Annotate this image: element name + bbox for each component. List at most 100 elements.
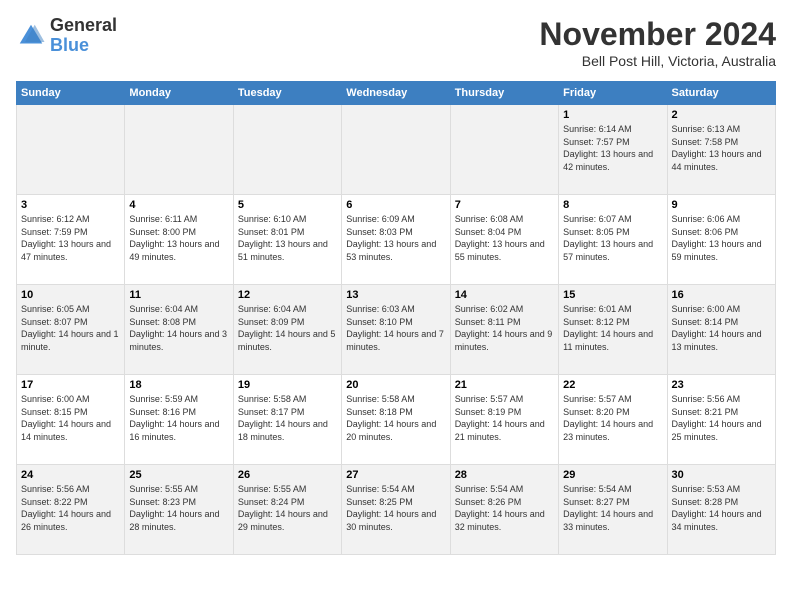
- calendar-cell-3-2: 19 Sunrise: 5:58 AMSunset: 8:17 PMDayligh…: [233, 375, 341, 465]
- day-info: Sunrise: 6:01 AMSunset: 8:12 PMDaylight:…: [563, 303, 662, 353]
- day-number: 5: [238, 199, 337, 211]
- calendar-cell-1-6: 9 Sunrise: 6:06 AMSunset: 8:06 PMDaylight…: [667, 195, 775, 285]
- calendar-cell-0-3: [342, 105, 450, 195]
- day-info: Sunrise: 5:58 AMSunset: 8:17 PMDaylight:…: [238, 393, 337, 443]
- day-number: 8: [563, 199, 662, 211]
- calendar-cell-2-6: 16 Sunrise: 6:00 AMSunset: 8:14 PMDayligh…: [667, 285, 775, 375]
- month-title: November 2024: [539, 16, 776, 53]
- calendar-table: Sunday Monday Tuesday Wednesday Thursday…: [16, 81, 776, 555]
- day-number: 9: [672, 199, 771, 211]
- day-info: Sunrise: 5:55 AMSunset: 8:23 PMDaylight:…: [129, 483, 228, 533]
- calendar-cell-0-2: [233, 105, 341, 195]
- week-row-2: 3 Sunrise: 6:12 AMSunset: 7:59 PMDaylight…: [17, 195, 776, 285]
- calendar-cell-2-1: 11Sunrise: 6:04 AMSunset: 8:08 PMDayligh…: [125, 285, 233, 375]
- day-number: 27: [346, 469, 445, 481]
- day-info: Sunrise: 6:10 AMSunset: 8:01 PMDaylight:…: [238, 213, 337, 263]
- calendar-cell-4-4: 28Sunrise: 5:54 AMSunset: 8:26 PMDayligh…: [450, 465, 558, 555]
- location-title: Bell Post Hill, Victoria, Australia: [539, 53, 776, 69]
- col-saturday: Saturday: [667, 82, 775, 105]
- calendar-cell-2-2: 12Sunrise: 6:04 AMSunset: 8:09 PMDayligh…: [233, 285, 341, 375]
- day-number: 28: [455, 469, 554, 481]
- calendar-cell-1-2: 5 Sunrise: 6:10 AMSunset: 8:01 PMDaylight…: [233, 195, 341, 285]
- calendar-cell-3-5: 22 Sunrise: 5:57 AMSunset: 8:20 PMDayligh…: [559, 375, 667, 465]
- logo-text: GeneralBlue: [50, 16, 117, 56]
- day-number: 25: [129, 469, 228, 481]
- calendar-cell-0-4: [450, 105, 558, 195]
- day-number: 19: [238, 379, 337, 391]
- day-info: Sunrise: 6:11 AMSunset: 8:00 PMDaylight:…: [129, 213, 228, 263]
- week-row-1: 1Sunrise: 6:14 AMSunset: 7:57 PMDaylight…: [17, 105, 776, 195]
- day-info: Sunrise: 5:54 AMSunset: 8:25 PMDaylight:…: [346, 483, 445, 533]
- day-number: 11: [129, 289, 228, 301]
- week-row-5: 24Sunrise: 5:56 AMSunset: 8:22 PMDayligh…: [17, 465, 776, 555]
- day-info: Sunrise: 5:53 AMSunset: 8:28 PMDaylight:…: [672, 483, 771, 533]
- col-tuesday: Tuesday: [233, 82, 341, 105]
- day-info: Sunrise: 6:08 AMSunset: 8:04 PMDaylight:…: [455, 213, 554, 263]
- calendar-cell-2-4: 14Sunrise: 6:02 AMSunset: 8:11 PMDayligh…: [450, 285, 558, 375]
- col-monday: Monday: [125, 82, 233, 105]
- day-number: 30: [672, 469, 771, 481]
- calendar-body: 1Sunrise: 6:14 AMSunset: 7:57 PMDaylight…: [17, 105, 776, 555]
- header: GeneralBlue November 2024 Bell Post Hill…: [16, 16, 776, 69]
- day-number: 26: [238, 469, 337, 481]
- day-info: Sunrise: 5:57 AMSunset: 8:19 PMDaylight:…: [455, 393, 554, 443]
- day-info: Sunrise: 6:03 AMSunset: 8:10 PMDaylight:…: [346, 303, 445, 353]
- calendar-cell-3-0: 17 Sunrise: 6:00 AMSunset: 8:15 PMDayligh…: [17, 375, 125, 465]
- day-info: Sunrise: 5:58 AMSunset: 8:18 PMDaylight:…: [346, 393, 445, 443]
- col-wednesday: Wednesday: [342, 82, 450, 105]
- day-number: 17: [21, 379, 120, 391]
- calendar-cell-0-0: [17, 105, 125, 195]
- calendar-cell-1-4: 7 Sunrise: 6:08 AMSunset: 8:04 PMDaylight…: [450, 195, 558, 285]
- day-info: Sunrise: 5:56 AMSunset: 8:21 PMDaylight:…: [672, 393, 771, 443]
- calendar-cell-1-0: 3 Sunrise: 6:12 AMSunset: 7:59 PMDaylight…: [17, 195, 125, 285]
- day-number: 6: [346, 199, 445, 211]
- calendar-cell-4-3: 27 Sunrise: 5:54 AMSunset: 8:25 PMDayligh…: [342, 465, 450, 555]
- calendar-cell-2-5: 15 Sunrise: 6:01 AMSunset: 8:12 PMDayligh…: [559, 285, 667, 375]
- week-row-4: 17 Sunrise: 6:00 AMSunset: 8:15 PMDayligh…: [17, 375, 776, 465]
- day-info: Sunrise: 6:07 AMSunset: 8:05 PMDaylight:…: [563, 213, 662, 263]
- calendar-cell-2-3: 13Sunrise: 6:03 AMSunset: 8:10 PMDayligh…: [342, 285, 450, 375]
- day-info: Sunrise: 6:05 AMSunset: 8:07 PMDaylight:…: [21, 303, 120, 353]
- day-info: Sunrise: 5:56 AMSunset: 8:22 PMDaylight:…: [21, 483, 120, 533]
- col-friday: Friday: [559, 82, 667, 105]
- calendar-cell-3-3: 20 Sunrise: 5:58 AMSunset: 8:18 PMDayligh…: [342, 375, 450, 465]
- day-number: 3: [21, 199, 120, 211]
- calendar-cell-0-5: 1Sunrise: 6:14 AMSunset: 7:57 PMDaylight…: [559, 105, 667, 195]
- day-number: 10: [21, 289, 120, 301]
- week-row-3: 10 Sunrise: 6:05 AMSunset: 8:07 PMDayligh…: [17, 285, 776, 375]
- day-number: 29: [563, 469, 662, 481]
- day-number: 1: [563, 109, 662, 121]
- calendar-cell-4-0: 24Sunrise: 5:56 AMSunset: 8:22 PMDayligh…: [17, 465, 125, 555]
- day-info: Sunrise: 6:00 AMSunset: 8:15 PMDaylight:…: [21, 393, 120, 443]
- day-number: 16: [672, 289, 771, 301]
- day-info: Sunrise: 6:09 AMSunset: 8:03 PMDaylight:…: [346, 213, 445, 263]
- day-info: Sunrise: 5:59 AMSunset: 8:16 PMDaylight:…: [129, 393, 228, 443]
- calendar-cell-2-0: 10 Sunrise: 6:05 AMSunset: 8:07 PMDayligh…: [17, 285, 125, 375]
- day-info: Sunrise: 6:12 AMSunset: 7:59 PMDaylight:…: [21, 213, 120, 263]
- day-info: Sunrise: 6:13 AMSunset: 7:58 PMDaylight:…: [672, 123, 771, 173]
- day-number: 2: [672, 109, 771, 121]
- day-number: 22: [563, 379, 662, 391]
- header-row: Sunday Monday Tuesday Wednesday Thursday…: [17, 82, 776, 105]
- day-number: 21: [455, 379, 554, 391]
- calendar-cell-1-3: 6 Sunrise: 6:09 AMSunset: 8:03 PMDaylight…: [342, 195, 450, 285]
- day-info: Sunrise: 5:57 AMSunset: 8:20 PMDaylight:…: [563, 393, 662, 443]
- day-number: 7: [455, 199, 554, 211]
- day-info: Sunrise: 6:00 AMSunset: 8:14 PMDaylight:…: [672, 303, 771, 353]
- calendar-cell-0-6: 2 Sunrise: 6:13 AMSunset: 7:58 PMDaylight…: [667, 105, 775, 195]
- logo-icon: [16, 21, 46, 51]
- day-number: 23: [672, 379, 771, 391]
- day-number: 14: [455, 289, 554, 301]
- col-thursday: Thursday: [450, 82, 558, 105]
- day-number: 18: [129, 379, 228, 391]
- title-area: November 2024 Bell Post Hill, Victoria, …: [539, 16, 776, 69]
- calendar-cell-4-5: 29Sunrise: 5:54 AMSunset: 8:27 PMDayligh…: [559, 465, 667, 555]
- day-info: Sunrise: 6:04 AMSunset: 8:09 PMDaylight:…: [238, 303, 337, 353]
- day-number: 20: [346, 379, 445, 391]
- calendar-cell-1-5: 8 Sunrise: 6:07 AMSunset: 8:05 PMDaylight…: [559, 195, 667, 285]
- day-info: Sunrise: 6:06 AMSunset: 8:06 PMDaylight:…: [672, 213, 771, 263]
- col-sunday: Sunday: [17, 82, 125, 105]
- calendar-cell-3-6: 23 Sunrise: 5:56 AMSunset: 8:21 PMDayligh…: [667, 375, 775, 465]
- day-number: 15: [563, 289, 662, 301]
- logo: GeneralBlue: [16, 16, 117, 56]
